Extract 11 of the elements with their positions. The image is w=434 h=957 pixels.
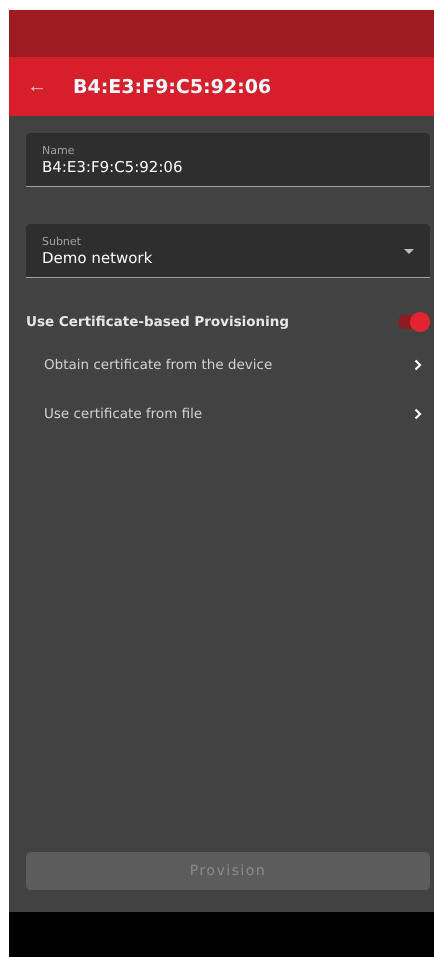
chevron-icon <box>414 408 422 420</box>
subnet-dropdown[interactable]: Subnet Demo network <box>26 224 430 278</box>
toggle-label: Use Certificate-based Provisioning <box>26 314 290 330</box>
back-button[interactable]: ← <box>27 75 47 98</box>
screen-title: B4:E3:F9:C5:92:06 <box>73 76 272 98</box>
name-field[interactable]: Name B4:E3:F9:C5:92:06 <box>26 133 430 187</box>
toggle-switch[interactable] <box>396 312 430 332</box>
option-item[interactable]: Use certificate from file <box>26 404 430 424</box>
option-item[interactable]: Obtain certificate from the device <box>26 355 430 375</box>
caret-icon <box>404 249 414 254</box>
chevron-icon <box>414 359 422 371</box>
